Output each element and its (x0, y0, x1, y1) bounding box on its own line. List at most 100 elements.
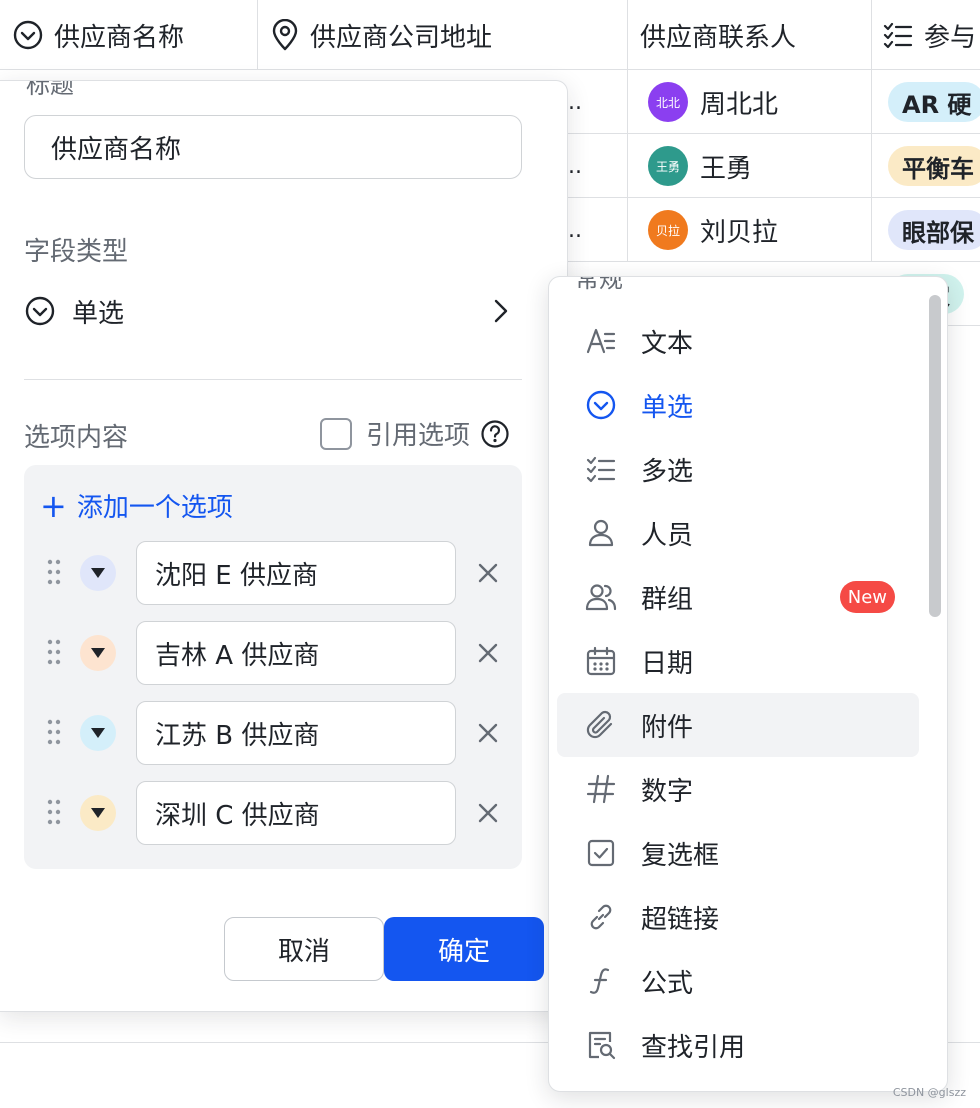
hash-icon (586, 774, 616, 804)
link-icon (590, 904, 612, 930)
option-color-picker[interactable] (80, 635, 116, 671)
menu-item-label: 附件 (641, 712, 694, 743)
watermark: CSDN @glszz (892, 1086, 966, 1099)
location-icon (272, 19, 298, 51)
avatar: 王勇 (648, 146, 688, 186)
contact-cell[interactable]: 王勇 王勇 (628, 134, 872, 198)
address-text: .. (568, 217, 582, 243)
menu-item-checkbox[interactable]: 复选框 (557, 821, 919, 885)
menu-item-label: 查找引用 (641, 1032, 746, 1063)
close-icon[interactable] (474, 719, 502, 747)
menu-item-person[interactable]: 人员 (557, 501, 919, 565)
reference-options-checkbox[interactable] (320, 417, 352, 450)
menu-item-group[interactable]: 群组 New (557, 565, 919, 629)
contact-name: 周北北 (700, 89, 779, 120)
column-header-label: 参与 (924, 22, 977, 53)
address-text: .. (568, 89, 582, 115)
menu-item-date[interactable]: 日期 (557, 629, 919, 693)
option-input[interactable]: 江苏 B 供应商 (136, 701, 456, 765)
cancel-button[interactable]: 取消 (224, 917, 384, 981)
multi-select-icon (586, 456, 616, 483)
field-title-input[interactable]: 供应商名称 (24, 115, 522, 179)
menu-item-multi-select[interactable]: 多选 (557, 437, 919, 501)
lookup-icon (588, 1031, 616, 1060)
address-text: .. (568, 153, 582, 179)
add-option-label: 添加一个选项 (76, 493, 233, 523)
menu-item-label: 群组 (641, 584, 694, 615)
menu-group-label: 常规 (575, 276, 623, 293)
participate-cell[interactable]: AR 硬 (872, 70, 980, 134)
option-tag: AR 硬 (888, 82, 980, 122)
chevron-right-icon (494, 299, 508, 323)
participate-cell[interactable]: 眼部保 (872, 198, 980, 262)
close-icon[interactable] (474, 799, 502, 827)
field-settings-panel: 标题 供应商名称 字段类型 单选 选项内容 引用选项 + 添加一个选项 沈阳 E… (0, 80, 568, 1012)
menu-scrollbar[interactable] (929, 295, 941, 617)
option-row: 深圳 C 供应商 (24, 781, 522, 845)
column-header-participate[interactable]: 参与 (872, 0, 980, 70)
participate-cell[interactable]: 平衡车 (872, 134, 980, 198)
menu-item-lookup[interactable]: 查找引用 (557, 1013, 919, 1077)
close-icon[interactable] (474, 559, 502, 587)
menu-item-hyperlink[interactable]: 超链接 (557, 885, 919, 949)
help-icon[interactable] (480, 419, 510, 449)
person-icon (588, 519, 614, 547)
plus-icon: + (40, 486, 67, 525)
group-icon (585, 584, 617, 611)
menu-item-single-select[interactable]: 单选 (557, 373, 919, 437)
option-tag: 平衡车 (888, 146, 980, 186)
caret-down-icon (91, 568, 105, 578)
field-type-selector[interactable]: 单选 (24, 289, 522, 333)
menu-item-number[interactable]: 数字 (557, 757, 919, 821)
confirm-button[interactable]: 确定 (384, 917, 544, 981)
close-icon[interactable] (474, 639, 502, 667)
drag-handle-icon[interactable] (46, 797, 62, 827)
field-type-value: 单选 (72, 298, 125, 329)
menu-item-label: 文本 (641, 328, 694, 359)
table-header-row: 供应商名称 供应商公司地址 供应商联系人 参与 (0, 0, 980, 70)
option-color-picker[interactable] (80, 715, 116, 751)
column-header-supplier-contact[interactable]: 供应商联系人 (628, 0, 872, 70)
menu-item-label: 日期 (641, 648, 694, 679)
option-row: 江苏 B 供应商 (24, 701, 522, 765)
menu-item-formula[interactable]: 公式 (557, 949, 919, 1013)
menu-item-label: 人员 (641, 520, 694, 551)
contact-cell[interactable]: 贝拉 刘贝拉 (628, 198, 872, 262)
column-header-supplier-name[interactable]: 供应商名称 (0, 0, 258, 70)
option-color-picker[interactable] (80, 795, 116, 831)
add-option-button[interactable]: + 添加一个选项 (40, 487, 233, 524)
option-input[interactable]: 吉林 A 供应商 (136, 621, 456, 685)
contact-name: 刘贝拉 (700, 217, 779, 248)
options-list: + 添加一个选项 沈阳 E 供应商 吉林 A 供应商 江苏 B 供应商 深圳 C… (24, 465, 522, 869)
caret-down-icon (91, 728, 105, 738)
options-label: 选项内容 (24, 423, 129, 453)
calendar-icon (586, 646, 616, 676)
field-type-menu: 常规 文本 单选 多选 人员 群组 New 日期 附件 数字 复选框 超链接 公… (548, 276, 948, 1092)
section-divider (24, 379, 522, 380)
drag-handle-icon[interactable] (46, 717, 62, 747)
contact-cell[interactable]: 北北 周北北 (628, 70, 872, 134)
option-row: 沈阳 E 供应商 (24, 541, 522, 605)
menu-item-label: 多选 (641, 456, 694, 487)
option-input[interactable]: 深圳 C 供应商 (136, 781, 456, 845)
reference-options-toggle[interactable]: 引用选项 (320, 415, 510, 452)
menu-item-label: 公式 (641, 968, 694, 999)
option-tag: 眼部保 (888, 210, 980, 250)
column-header-label: 供应商公司地址 (310, 22, 493, 53)
option-input[interactable]: 沈阳 E 供应商 (136, 541, 456, 605)
text-icon (586, 328, 616, 354)
avatar: 贝拉 (648, 210, 688, 250)
caret-down-icon (91, 648, 105, 658)
avatar: 北北 (648, 82, 688, 122)
menu-item-text[interactable]: 文本 (557, 309, 919, 373)
menu-item-label: 超链接 (641, 904, 720, 935)
contact-name: 王勇 (700, 153, 753, 184)
option-color-picker[interactable] (80, 555, 116, 591)
menu-item-label: 复选框 (641, 840, 720, 871)
drag-handle-icon[interactable] (46, 557, 62, 587)
single-select-icon (13, 20, 43, 50)
column-header-supplier-address[interactable]: 供应商公司地址 (258, 0, 628, 70)
drag-handle-icon[interactable] (46, 637, 62, 667)
column-header-label: 供应商名称 (54, 22, 185, 53)
menu-item-attachment[interactable]: 附件 (557, 693, 919, 757)
